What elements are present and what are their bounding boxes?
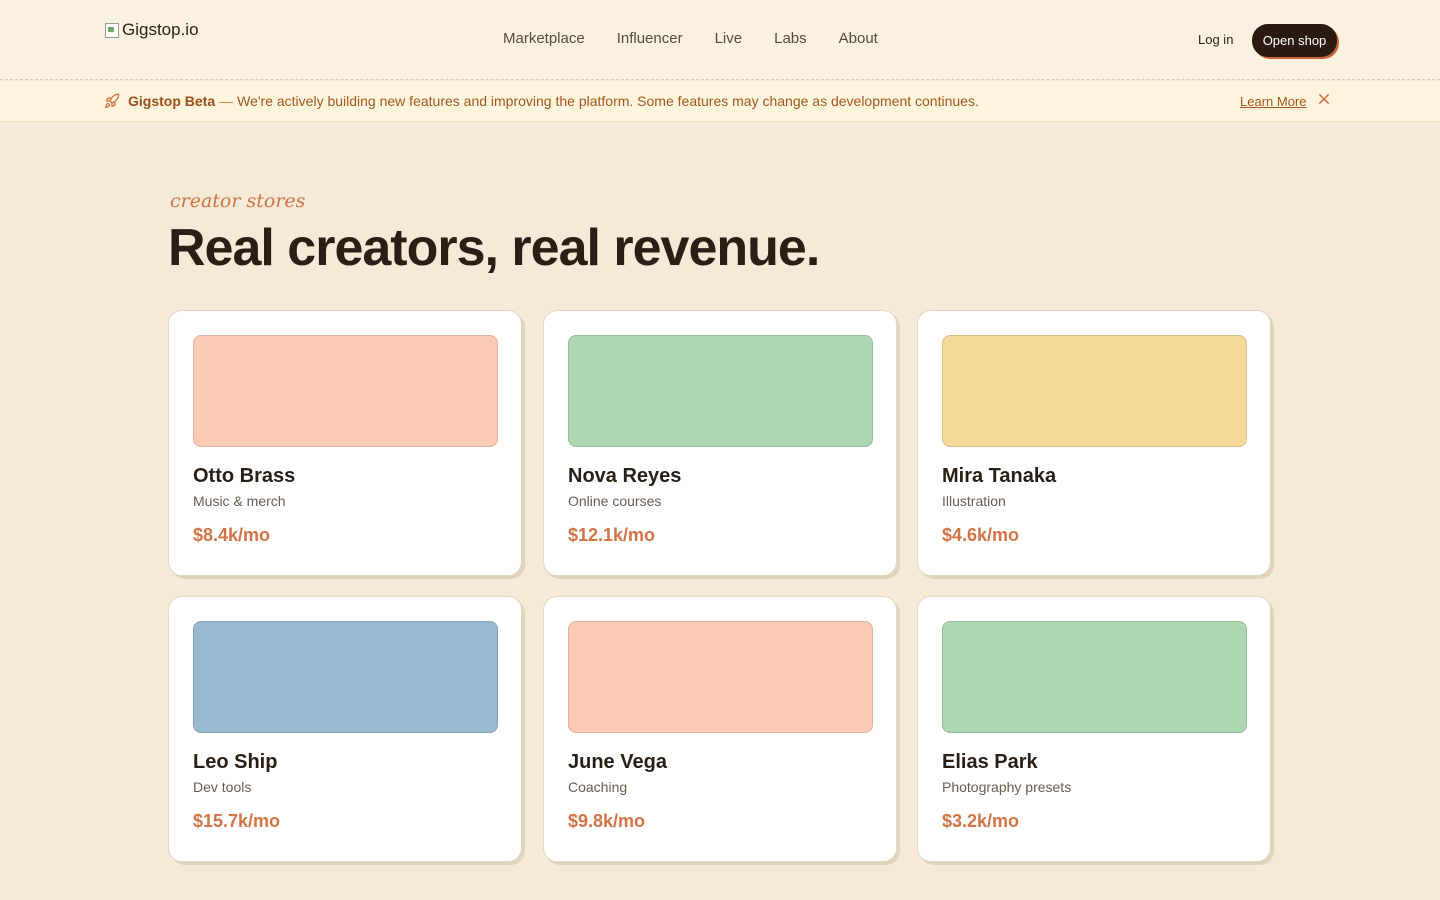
- creator-revenue: $12.1k/mo: [568, 525, 656, 545]
- close-icon[interactable]: [1318, 93, 1332, 109]
- creator-name: Otto Brass: [193, 465, 296, 487]
- creator-card[interactable]: Leo Ship Dev tools $15.7k/mo: [168, 596, 522, 862]
- creator-revenue: $9.8k/mo: [568, 811, 646, 831]
- main-nav: Marketplace Influencer Live Labs About: [503, 30, 878, 47]
- creator-thumbnail: [193, 621, 498, 733]
- creator-thumbnail: [568, 335, 873, 447]
- creator-card[interactable]: Nova Reyes Online courses $12.1k/mo: [543, 310, 897, 576]
- creator-card[interactable]: Elias Park Photography presets $3.2k/mo: [917, 596, 1271, 862]
- site-header: Gigstop.io Marketplace Influencer Live L…: [0, 0, 1440, 80]
- creator-card[interactable]: June Vega Coaching $9.8k/mo: [543, 596, 897, 862]
- creator-thumbnail: [942, 621, 1247, 733]
- creator-card[interactable]: Mira Tanaka Illustration $4.6k/mo: [917, 310, 1271, 576]
- logo-alt-text: Gigstop.io: [122, 20, 199, 39]
- eyebrow-label: creator stores: [170, 190, 306, 212]
- nav-about[interactable]: About: [839, 30, 878, 47]
- nav-marketplace[interactable]: Marketplace: [503, 30, 585, 47]
- banner-text: We're actively building new features and…: [237, 93, 979, 109]
- beta-banner: Gigstop Beta — We're actively building new…: [0, 81, 1440, 122]
- banner-title: Gigstop Beta: [128, 93, 216, 109]
- rocket-icon: [105, 93, 120, 108]
- creator-name: Mira Tanaka: [942, 465, 1057, 487]
- creator-thumbnail: [193, 335, 498, 447]
- nav-labs[interactable]: Labs: [774, 30, 807, 47]
- creator-category: Photography presets: [942, 779, 1072, 795]
- creator-category: Dev tools: [193, 779, 252, 795]
- creator-name: Elias Park: [942, 751, 1038, 773]
- login-link[interactable]: Log in: [1198, 32, 1233, 47]
- nav-live[interactable]: Live: [715, 30, 743, 47]
- banner-dash: —: [219, 93, 234, 109]
- creator-revenue: $15.7k/mo: [193, 811, 281, 831]
- creator-revenue: $4.6k/mo: [942, 525, 1020, 545]
- open-shop-button[interactable]: Open shop: [1252, 24, 1337, 57]
- creator-category: Illustration: [942, 493, 1006, 509]
- creator-thumbnail: [942, 335, 1247, 447]
- creator-card[interactable]: Otto Brass Music & merch $8.4k/mo: [168, 310, 522, 576]
- creator-name: Nova Reyes: [568, 465, 682, 487]
- creator-name: Leo Ship: [193, 751, 278, 773]
- broken-image-icon: [104, 22, 120, 38]
- creator-name: June Vega: [568, 751, 667, 773]
- banner-message: Gigstop Beta — We're actively building new…: [128, 93, 979, 109]
- creator-category: Coaching: [568, 779, 628, 795]
- creator-revenue: $3.2k/mo: [942, 811, 1020, 831]
- logo[interactable]: Gigstop.io: [104, 20, 199, 40]
- creator-thumbnail: [568, 621, 873, 733]
- creator-category: Online courses: [568, 493, 662, 509]
- learn-more-link[interactable]: Learn More: [1240, 94, 1306, 109]
- page-title: Real creators, real revenue.: [168, 219, 820, 277]
- creator-category: Music & merch: [193, 493, 286, 509]
- nav-influencer[interactable]: Influencer: [617, 30, 683, 47]
- creator-revenue: $8.4k/mo: [193, 525, 271, 545]
